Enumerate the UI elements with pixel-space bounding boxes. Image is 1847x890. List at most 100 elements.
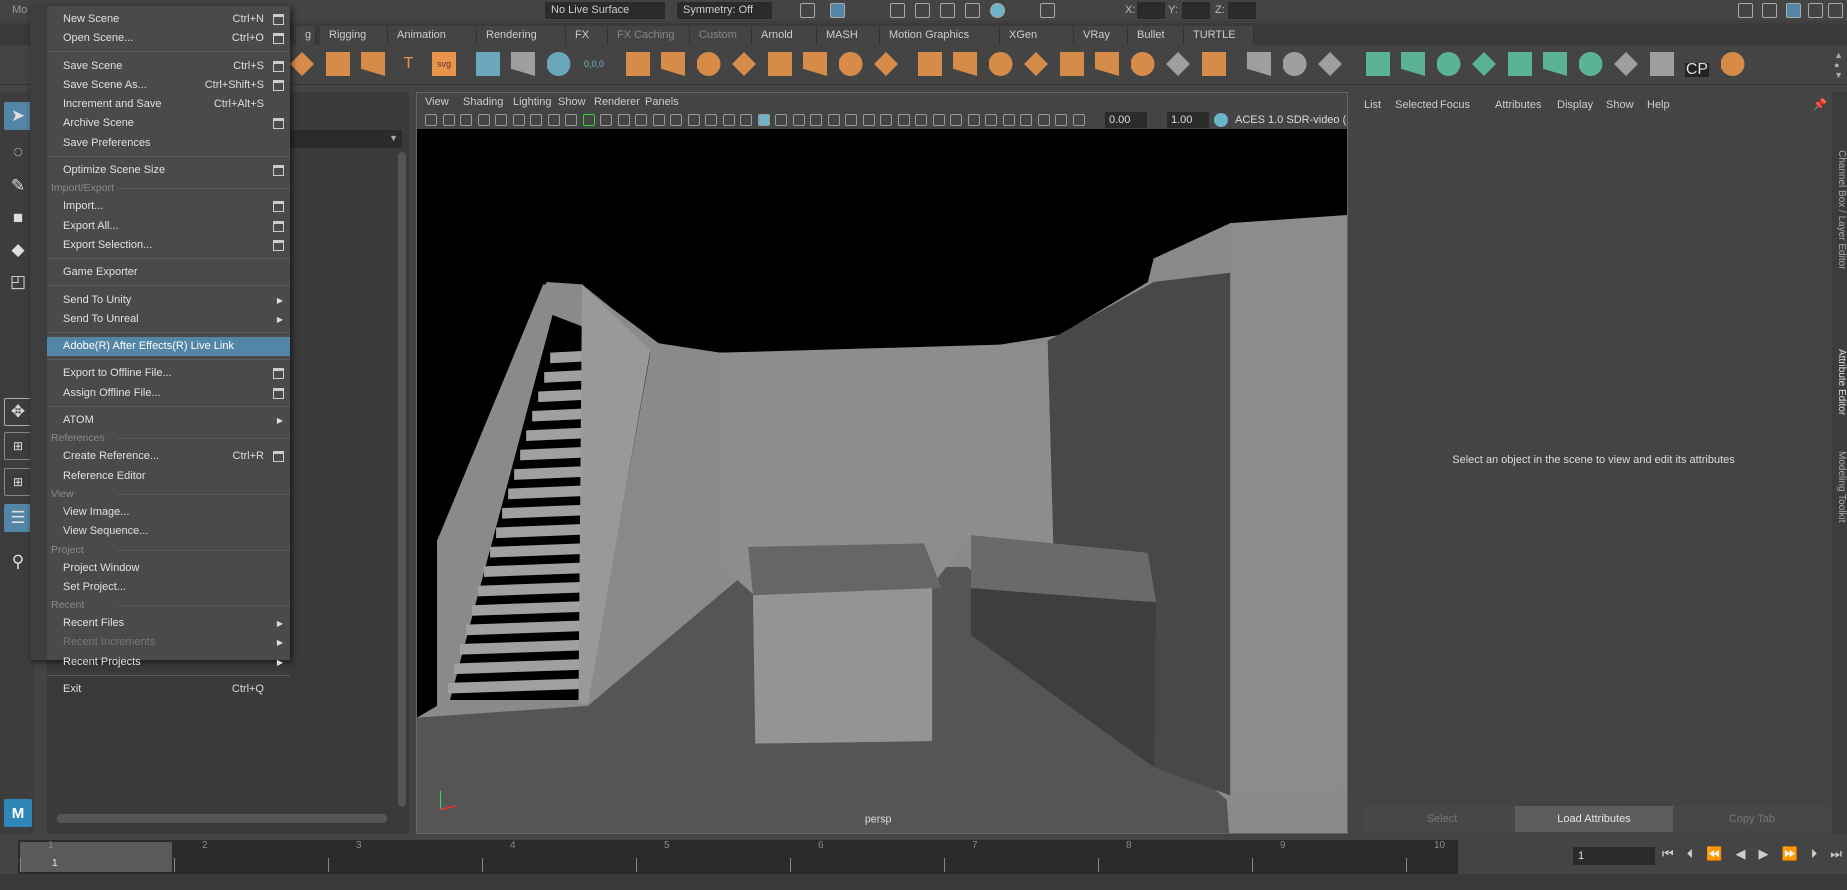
rotate-tool-icon[interactable]: ◆ bbox=[4, 236, 32, 264]
viewport-tool-icon[interactable] bbox=[897, 114, 910, 126]
layer-icon[interactable] bbox=[661, 52, 685, 76]
viewport-tool-icon[interactable] bbox=[460, 114, 472, 126]
shelf-tab-vray[interactable]: VRay bbox=[1074, 26, 1128, 45]
menu-item-archive-scene[interactable]: Archive Scene bbox=[47, 114, 290, 133]
load-attributes-button[interactable]: Load Attributes bbox=[1515, 806, 1673, 832]
poke-icon[interactable] bbox=[1130, 52, 1155, 76]
menu-item-new-scene[interactable]: New Scene Ctrl+N bbox=[47, 10, 290, 29]
shelf-tab-motion-graphics[interactable]: Motion Graphics bbox=[880, 26, 1000, 45]
step-back-icon[interactable]: ⏴ bbox=[1687, 846, 1694, 866]
play-backward-icon[interactable]: ◀ bbox=[1735, 846, 1745, 866]
viewport-menu-view[interactable]: View bbox=[425, 96, 449, 108]
step-forward-icon[interactable]: ⏵ bbox=[1811, 846, 1818, 866]
clapper-icon[interactable] bbox=[915, 3, 930, 18]
live-surface-field[interactable]: No Live Surface bbox=[545, 2, 665, 19]
uv-checker-icon[interactable] bbox=[1543, 52, 1567, 76]
viewport-tool-icon[interactable] bbox=[565, 114, 577, 126]
timer-icon[interactable] bbox=[546, 52, 571, 76]
viewport-menu-lighting[interactable]: Lighting bbox=[513, 96, 552, 108]
fill-hole-icon[interactable] bbox=[1166, 52, 1190, 76]
go-to-end-icon[interactable]: ⏭ bbox=[1830, 846, 1842, 866]
uv-cut-icon[interactable] bbox=[1614, 52, 1638, 76]
viewport-tool-icon[interactable] bbox=[547, 114, 560, 126]
viewport-tool-icon[interactable] bbox=[1002, 114, 1015, 126]
viewport-tool-icon[interactable] bbox=[1037, 114, 1050, 126]
viewport-tool-icon[interactable] bbox=[915, 114, 927, 126]
menu-item-save-scene[interactable]: Save Scene Ctrl+S bbox=[47, 57, 290, 76]
select-button[interactable]: Select bbox=[1363, 806, 1521, 832]
tab-modeling-toolkit[interactable]: Modeling Toolkit bbox=[1832, 442, 1847, 532]
grid-icon[interactable] bbox=[767, 52, 792, 76]
append-icon[interactable] bbox=[1024, 52, 1048, 76]
main-menu-stub[interactable]: Mo bbox=[12, 4, 27, 16]
viewport-tool-icon[interactable] bbox=[1020, 114, 1032, 126]
menu-item-create-reference[interactable]: Create Reference... Ctrl+R bbox=[47, 447, 290, 466]
attr-menu-list[interactable]: List bbox=[1364, 99, 1381, 111]
tab-channel-box[interactable]: Channel Box / Layer Editor bbox=[1832, 100, 1847, 320]
viewport-tool-icon[interactable] bbox=[862, 114, 875, 126]
merge-icon[interactable] bbox=[1201, 52, 1226, 76]
viewport-tool-icon[interactable] bbox=[740, 114, 752, 126]
play-forward-icon[interactable]: ▶ bbox=[1759, 846, 1769, 866]
menu-item-view-sequence[interactable]: View Sequence... bbox=[47, 522, 290, 541]
x-field[interactable] bbox=[1137, 2, 1165, 19]
menu-item-adobe-r-after-effects-r-live-link[interactable]: Adobe(R) After Effects(R) Live Link bbox=[47, 337, 290, 357]
render-sequence-icon[interactable] bbox=[965, 3, 980, 18]
viewport-tool-icon[interactable] bbox=[687, 114, 700, 126]
shelf-tab-rigging[interactable]: Rigging bbox=[320, 26, 388, 45]
prev-key-icon[interactable]: ⏪ bbox=[1706, 846, 1722, 866]
menu-item-reference-editor[interactable]: Reference Editor bbox=[47, 467, 290, 486]
menu-item-project-window[interactable]: Project Window bbox=[47, 559, 290, 578]
render-frame-icon[interactable] bbox=[800, 3, 815, 18]
bevel-icon[interactable] bbox=[988, 52, 1013, 76]
menu-item-set-project[interactable]: Set Project... bbox=[47, 578, 290, 597]
four-view-icon[interactable]: ⊞ bbox=[4, 432, 32, 460]
viewport-tool-icon[interactable] bbox=[880, 114, 892, 126]
option-box-icon[interactable] bbox=[273, 79, 284, 91]
next-key-icon[interactable]: ⏩ bbox=[1782, 846, 1798, 866]
single-view-icon[interactable]: ✥ bbox=[4, 398, 32, 426]
menu-item-send-to-unity[interactable]: Send To Unity ▶ bbox=[47, 291, 290, 310]
attr-menu-show[interactable]: Show bbox=[1606, 99, 1634, 111]
horizontal-scrollbar[interactable] bbox=[57, 814, 387, 823]
channel-box-icon[interactable] bbox=[1828, 3, 1843, 18]
menu-item-assign-offline-file[interactable]: Assign Offline File... bbox=[47, 384, 290, 403]
viewport-tool-icon[interactable] bbox=[757, 114, 770, 126]
character-icon[interactable] bbox=[1762, 3, 1777, 18]
viewport-tool-icon[interactable] bbox=[425, 114, 437, 126]
menu-item-increment-and-save[interactable]: Increment and Save Ctrl+Alt+S bbox=[47, 95, 290, 114]
range-slider[interactable] bbox=[0, 874, 1847, 890]
current-frame-marker[interactable]: 1 bbox=[20, 842, 172, 872]
option-box-icon[interactable] bbox=[273, 14, 284, 25]
viewport-tool-icon[interactable] bbox=[582, 114, 595, 126]
uv-layout-icon[interactable] bbox=[1649, 52, 1674, 76]
shelf-tab-bullet[interactable]: Bullet bbox=[1128, 26, 1184, 45]
uv-auto-icon[interactable] bbox=[1472, 52, 1496, 76]
move-tool-icon[interactable]: ■ bbox=[4, 204, 32, 232]
copy-tab-button[interactable]: Copy Tab bbox=[1673, 806, 1831, 832]
viewport-menu-shading[interactable]: Shading bbox=[463, 96, 503, 108]
helix-icon[interactable] bbox=[361, 52, 385, 76]
uv-editor-icon[interactable] bbox=[475, 52, 500, 76]
hypershade-icon[interactable] bbox=[990, 3, 1005, 18]
menu-item-open-scene[interactable]: Open Scene... Ctrl+O bbox=[47, 29, 290, 48]
option-box-icon[interactable] bbox=[273, 60, 284, 72]
paint-select-icon[interactable]: ✎ bbox=[4, 172, 32, 200]
menu-item-view-image[interactable]: View Image... bbox=[47, 503, 290, 522]
freeze-icon[interactable]: 0,0,0 bbox=[582, 52, 606, 76]
menu-item-import[interactable]: Import... bbox=[47, 197, 290, 216]
shelf-tab-g[interactable]: g bbox=[296, 26, 316, 45]
vertical-scrollbar[interactable] bbox=[398, 152, 406, 807]
uv-cylinder-icon[interactable] bbox=[1401, 52, 1425, 76]
center-pivot-icon[interactable]: CP bbox=[1685, 62, 1709, 78]
svg-icon[interactable]: svg bbox=[432, 52, 456, 76]
viewport-tool-icon[interactable] bbox=[845, 114, 857, 126]
option-box-icon[interactable] bbox=[273, 451, 284, 463]
shelf-scroll-icon[interactable]: ▲ ● ▼ bbox=[1834, 50, 1843, 80]
viewport-tool-icon[interactable] bbox=[652, 114, 665, 126]
menu-item-export-selection[interactable]: Export Selection... bbox=[47, 236, 290, 255]
mirror-icon[interactable] bbox=[732, 52, 756, 76]
select-tool-icon[interactable]: ➤ bbox=[4, 102, 32, 130]
shelf-tab-xgen[interactable]: XGen bbox=[1000, 26, 1074, 45]
pin-icon[interactable]: 📌 bbox=[1813, 98, 1827, 111]
